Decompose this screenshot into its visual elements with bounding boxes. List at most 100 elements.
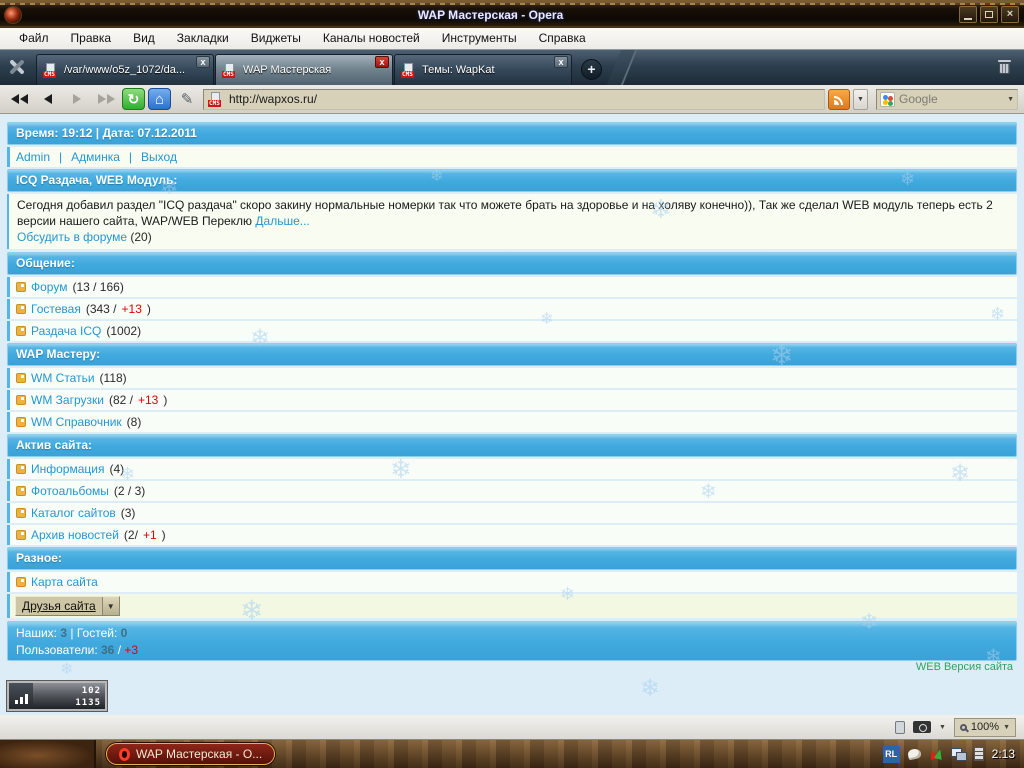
list-item[interactable]: Раздача ICQ (1002) xyxy=(7,321,1017,341)
folder-icon xyxy=(16,282,26,292)
zoom-control[interactable]: 100% ▼ xyxy=(953,717,1016,737)
pencil-icon: ✎ xyxy=(180,91,194,108)
camera-icon[interactable] xyxy=(912,721,931,733)
dove-tray-icon[interactable] xyxy=(906,747,922,761)
chevron-down-icon[interactable]: ▼ xyxy=(939,724,946,731)
menu-file[interactable]: Файл xyxy=(8,28,60,49)
friends-select[interactable]: Друзья сайта ▼ xyxy=(15,596,120,616)
section-header: Актив сайта: xyxy=(7,434,1017,457)
list-item[interactable]: Информация (4) xyxy=(7,459,1017,479)
list-item[interactable]: Гостевая (343 / +13 ) xyxy=(7,299,1017,319)
admin-link[interactable]: Admin xyxy=(16,150,50,164)
item-count: (2 / 3) xyxy=(113,484,146,498)
logout-link[interactable]: Выход xyxy=(141,150,177,164)
hit-counter-banner[interactable]: 102 1135 xyxy=(6,680,108,712)
rewind-button[interactable] xyxy=(6,87,32,111)
chevron-down-icon[interactable]: ▼ xyxy=(1003,724,1010,731)
address-input[interactable] xyxy=(229,92,820,106)
news-more-link[interactable]: Дальше... xyxy=(255,214,309,228)
minimize-icon xyxy=(964,18,972,20)
adminka-link[interactable]: Админка xyxy=(71,150,120,164)
note-button[interactable]: ✎ xyxy=(174,87,200,111)
panels-toggle-button[interactable] xyxy=(0,50,36,85)
section-header: Разное: xyxy=(7,547,1017,570)
list-item[interactable]: Архив новостей (2/ +1 ) xyxy=(7,525,1017,545)
start-ornament[interactable] xyxy=(0,740,96,768)
address-bar[interactable]: CMS xyxy=(203,88,825,110)
os-taskbar: WAP Мастерская - O... RL 2:13 xyxy=(0,740,1024,768)
language-indicator[interactable]: RL xyxy=(882,745,900,763)
list-item[interactable]: WM Справочник (8) xyxy=(7,412,1017,432)
tab-wap-masterskaya[interactable]: CMS WAP Мастерская x xyxy=(215,54,393,85)
chevron-down-icon[interactable]: ▼ xyxy=(101,597,119,615)
close-button[interactable]: × xyxy=(1001,6,1019,23)
menu-bookmarks[interactable]: Закладки xyxy=(166,28,240,49)
item-link[interactable]: Архив новостей xyxy=(31,528,119,542)
reload-button[interactable]: ↻ xyxy=(122,88,145,110)
network-monitors-icon[interactable] xyxy=(950,747,967,761)
item-link[interactable]: Форум xyxy=(31,280,67,294)
item-link[interactable]: Фотоальбомы xyxy=(31,484,109,498)
tab-close-icon[interactable]: x xyxy=(196,56,210,68)
menu-help[interactable]: Справка xyxy=(528,28,597,49)
cms-favicon: CMS xyxy=(43,62,59,78)
restore-button[interactable] xyxy=(980,6,998,23)
taskbar-opera-button[interactable]: WAP Мастерская - O... xyxy=(106,743,276,765)
datetime-bar: Время: 19:12 | Дата: 07.12.2011 xyxy=(7,122,1017,145)
rss-dropdown-button[interactable]: ▼ xyxy=(853,88,868,110)
item-link[interactable]: WM Загрузки xyxy=(31,393,104,407)
item-link[interactable]: WM Статьи xyxy=(31,371,95,385)
closed-tabs-trash-button[interactable] xyxy=(984,50,1024,85)
item-count: (1002) xyxy=(106,324,142,338)
search-input[interactable] xyxy=(899,92,1004,106)
menu-tools[interactable]: Инструменты xyxy=(431,28,528,49)
meter-tray-icon[interactable] xyxy=(973,747,984,761)
item-link[interactable]: WM Справочник xyxy=(31,415,122,429)
bar-chart-icon xyxy=(9,683,33,709)
search-box[interactable]: ▼ xyxy=(876,88,1018,110)
skin-emblem-icon xyxy=(4,5,22,24)
rss-feed-button[interactable] xyxy=(828,88,850,110)
traffic-arrows-icon[interactable] xyxy=(929,748,943,761)
item-count: (13 / 166) xyxy=(72,280,124,294)
minimize-button[interactable] xyxy=(959,6,977,23)
menu-widgets[interactable]: Виджеты xyxy=(240,28,312,49)
list-item[interactable]: WM Загрузки (82 / +13 ) xyxy=(7,390,1017,410)
tab-close-icon[interactable]: x xyxy=(554,56,568,68)
menu-feeds[interactable]: Каналы новостей xyxy=(312,28,431,49)
chevron-down-icon[interactable]: ▼ xyxy=(1007,96,1014,103)
item-link[interactable]: Информация xyxy=(31,462,104,476)
back-button[interactable] xyxy=(35,87,61,111)
menu-view[interactable]: Вид xyxy=(122,28,166,49)
item-count: (8) xyxy=(126,415,142,429)
counter-total: 1135 xyxy=(75,698,101,708)
tab-themes-wapkat[interactable]: CMS Темы: WapKat x xyxy=(394,54,572,85)
item-link[interactable]: Карта сайта xyxy=(31,575,98,589)
new-tab-button[interactable]: + xyxy=(581,59,602,80)
home-icon: ⌂ xyxy=(154,90,165,108)
web-version-row: WEB Версия сайта xyxy=(7,661,1017,676)
item-link[interactable]: Гостевая xyxy=(31,302,81,316)
item-link[interactable]: Раздача ICQ xyxy=(31,324,101,338)
list-item[interactable]: Фотоальбомы (2 / 3) xyxy=(7,481,1017,501)
stats-footer: Наших: 3 | Гостей: 0 Пользователи: 36 / … xyxy=(7,621,1017,661)
forward-button[interactable] xyxy=(64,87,90,111)
web-version-link[interactable]: WEB Версия сайта xyxy=(916,661,1013,673)
home-button[interactable]: ⌂ xyxy=(148,88,171,110)
item-link[interactable]: Каталог сайтов xyxy=(31,506,116,520)
list-item[interactable]: Каталог сайтов (3) xyxy=(7,503,1017,523)
restore-icon xyxy=(985,11,993,18)
list-item[interactable]: WM Статьи (118) xyxy=(7,368,1017,388)
folder-icon xyxy=(16,395,26,405)
google-icon xyxy=(880,91,895,107)
discuss-forum-link[interactable]: Обсудить в форуме xyxy=(17,230,127,244)
list-item[interactable]: Карта сайта xyxy=(7,572,1017,592)
menu-edit[interactable]: Правка xyxy=(60,28,123,49)
item-count: (2/ xyxy=(123,528,138,542)
list-item[interactable]: Форум (13 / 166) xyxy=(7,277,1017,297)
tab-cms-file[interactable]: CMS /var/www/o5z_1072/da... x xyxy=(36,54,214,85)
folder-icon xyxy=(16,373,26,383)
fast-forward-button[interactable] xyxy=(93,87,119,111)
device-view-toggle[interactable] xyxy=(894,720,905,734)
tab-close-icon[interactable]: x xyxy=(375,56,389,68)
